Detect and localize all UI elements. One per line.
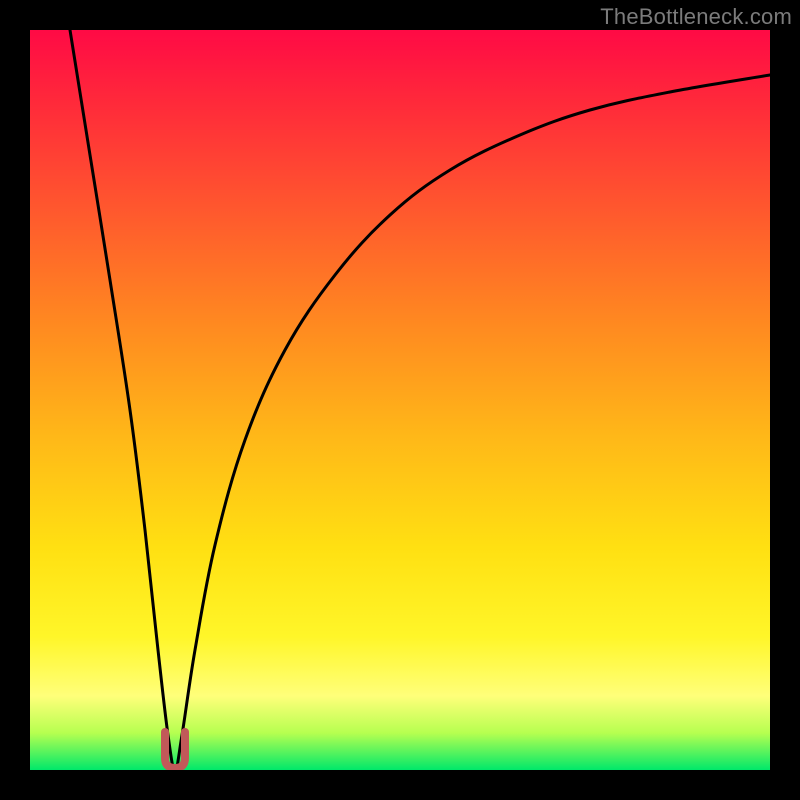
plot-area (30, 30, 770, 770)
chart-stage: TheBottleneck.com (0, 0, 800, 800)
bottleneck-curve (30, 30, 770, 770)
optimum-marker (161, 728, 189, 770)
watermark-text: TheBottleneck.com (600, 4, 792, 30)
